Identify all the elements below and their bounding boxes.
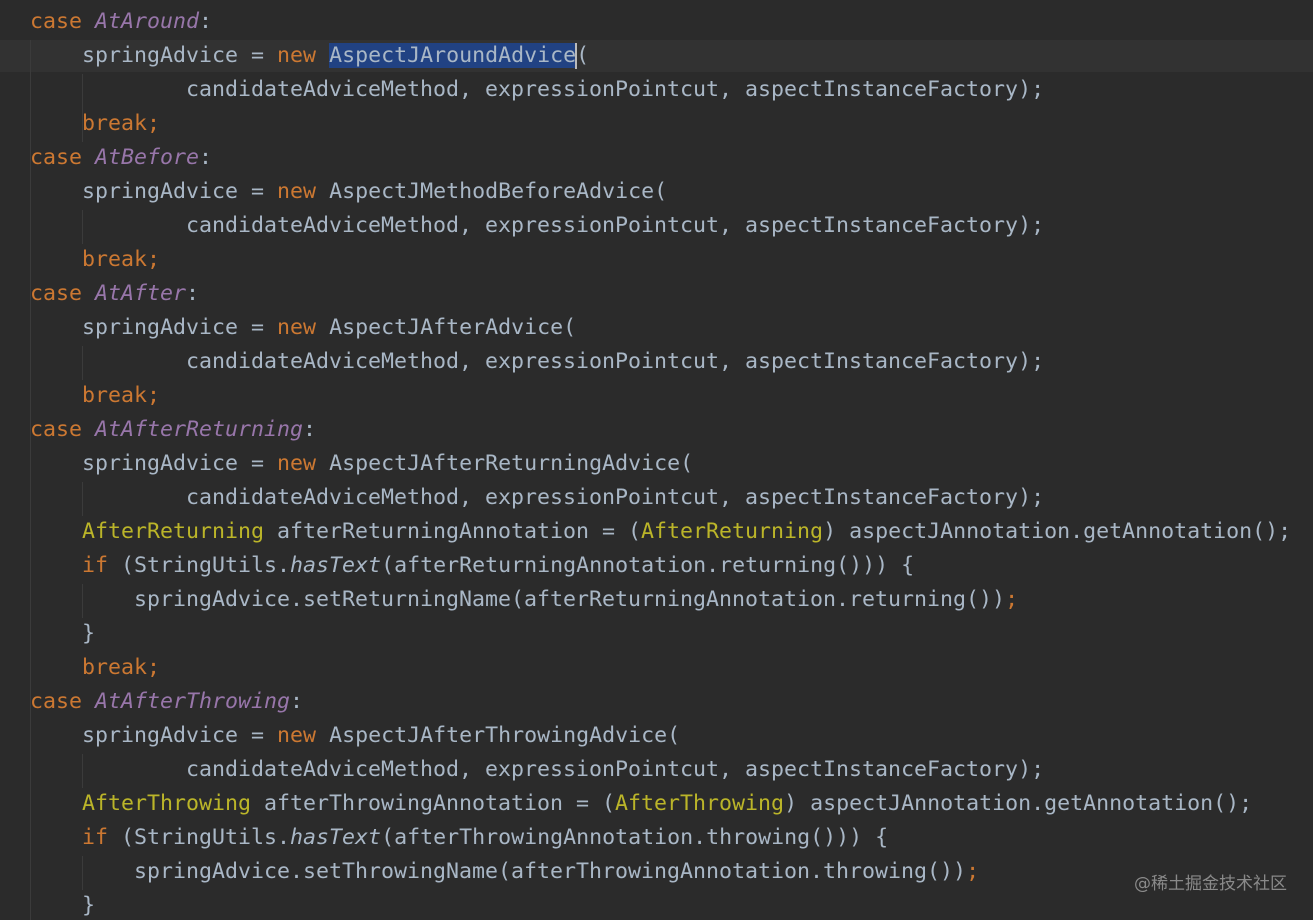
keyword-case: case [30,9,83,34]
method-has-text: hasText [290,553,382,578]
code-line-after-returning-setter[interactable]: springAdvice.setReturningName(afterRetur… [30,583,1018,617]
case-label: AtAfterReturning [95,417,304,442]
watermark-text: @稀土掘金技术社区 [1134,874,1287,894]
case-label: AtBefore [95,145,200,170]
keyword-case: case [30,145,83,170]
class-name: AspectJMethodBeforeAdvice [329,179,655,204]
constructor-args: candidateAdviceMethod, expressionPointcu… [186,213,1019,238]
code-line-after-throwing-annotation[interactable]: AfterThrowing afterThrowingAnnotation = … [30,787,1252,821]
class-name: AspectJAfterReturningAdvice [329,451,681,476]
code-line-break[interactable]: break; [30,379,160,413]
code-line-after-throwing-args[interactable]: candidateAdviceMethod, expressionPointcu… [30,753,1044,787]
code-line-before-args[interactable]: candidateAdviceMethod, expressionPointcu… [30,209,1044,243]
code-line-break[interactable]: break; [30,651,160,685]
constructor-args: candidateAdviceMethod, expressionPointcu… [186,485,1019,510]
keyword-if: if [82,553,109,578]
keyword-break: break [82,247,148,272]
code-line-case-at-after-throwing[interactable]: case AtAfterThrowing: [30,685,303,719]
keyword-break: break [82,111,148,136]
code-line-after-args[interactable]: candidateAdviceMethod, expressionPointcu… [30,345,1044,379]
code-line-close-brace[interactable]: } [30,617,95,651]
code-line-after-assign[interactable]: springAdvice = new AspectJAfterAdvice( [30,311,576,345]
annotation-type: AfterReturning [82,519,265,544]
keyword-break: break [82,383,148,408]
keyword-case: case [30,689,83,714]
keyword-case: case [30,417,83,442]
code-line-before-assign[interactable]: springAdvice = new AspectJMethodBeforeAd… [30,175,667,209]
code-line-break[interactable]: break; [30,243,160,277]
constructor-args: candidateAdviceMethod, expressionPointcu… [186,757,1019,782]
annotation-type: AfterThrowing [82,791,252,816]
code-line-break[interactable]: break; [30,107,160,141]
case-label: AtAfter [95,281,187,306]
code-line-close-brace[interactable]: } [30,889,95,920]
case-label: AtAfterThrowing [95,689,291,714]
class-name: AspectJAfterAdvice [329,315,564,340]
keyword-new: new [277,451,317,476]
keyword-if: if [82,825,109,850]
case-label: AtAround [95,9,200,34]
keyword-case: case [30,281,83,306]
keyword-new: new [277,723,317,748]
method-has-text: hasText [290,825,382,850]
code-line-case-at-after-returning[interactable]: case AtAfterReturning: [30,413,316,447]
class-name: AspectJAfterThrowingAdvice [329,723,668,748]
annotation-type-cast: AfterThrowing [615,791,785,816]
keyword-new: new [277,315,317,340]
code-line-case-at-around[interactable]: case AtAround: [30,5,212,39]
keyword-break: break [82,655,148,680]
code-line-after-throwing-assign[interactable]: springAdvice = new AspectJAfterThrowingA… [30,719,680,753]
code-line-after-returning-args[interactable]: candidateAdviceMethod, expressionPointcu… [30,481,1044,515]
code-line-after-returning-annotation[interactable]: AfterReturning afterReturningAnnotation … [30,515,1291,549]
code-line-after-throwing-setter[interactable]: springAdvice.setThrowingName(afterThrowi… [30,855,979,889]
code-line-after-returning-if[interactable]: if (StringUtils.hasText(afterReturningAn… [30,549,914,583]
constructor-args: candidateAdviceMethod, expressionPointcu… [186,77,1019,102]
code-line-after-throwing-if[interactable]: if (StringUtils.hasText(afterThrowingAnn… [30,821,888,855]
code-editor[interactable]: case AtAround: springAdvice = new Aspect… [0,0,1313,920]
code-line-after-returning-assign[interactable]: springAdvice = new AspectJAfterReturning… [30,447,693,481]
code-line-case-at-before[interactable]: case AtBefore: [30,141,212,175]
selected-class-name[interactable]: AspectJAroundAdvice [329,43,577,68]
annotation-type-cast: AfterReturning [641,519,824,544]
code-line-around-args[interactable]: candidateAdviceMethod, expressionPointcu… [30,73,1044,107]
keyword-new: new [277,43,317,68]
keyword-new: new [277,179,317,204]
constructor-args: candidateAdviceMethod, expressionPointcu… [186,349,1019,374]
code-line-case-at-after[interactable]: case AtAfter: [30,277,199,311]
code-line-around-assign[interactable]: springAdvice = new AspectJAroundAdvice( [30,39,589,73]
